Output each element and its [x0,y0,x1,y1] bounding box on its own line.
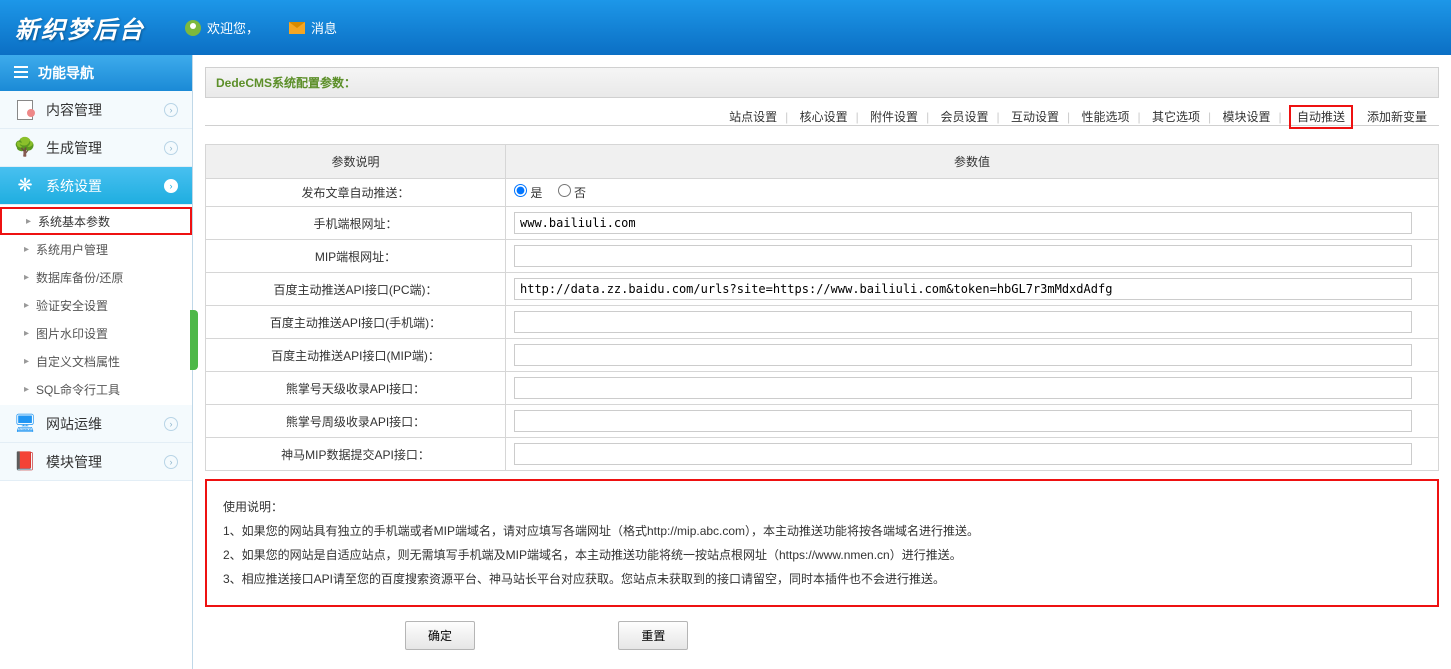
info-line: 3、相应推送接口API请至您的百度搜索资源平台、神马站长平台对应获取。您站点未获… [223,567,1421,591]
radio-no[interactable] [558,184,571,197]
param-label: 手机端根网址： [206,207,506,240]
tab-module[interactable]: 模块设置 [1218,108,1274,126]
table-row: 百度主动推送API接口(PC端)： [206,273,1439,306]
sub-nav-user-mgmt[interactable]: 系统用户管理 [0,235,192,263]
ok-button[interactable]: 确定 [405,621,475,650]
sub-nav-basic-params[interactable]: 系统基本参数 [0,207,192,235]
tab-performance[interactable]: 性能选项 [1078,108,1134,126]
sidebar-item-generate[interactable]: 🌳 生成管理 › [0,129,192,167]
top-header: 新织梦后台 欢迎您， 消息 [0,0,1451,55]
chevron-right-icon: › [164,141,178,155]
params-table: 参数说明 参数值 发布文章自动推送： 是 否 手机端根网址： MIP端根网址： … [205,144,1439,471]
monitor-icon: 🖥 [14,413,36,435]
info-line: 2、如果您的网站是自适应站点，则无需填写手机端及MIP端域名，本主动推送功能将统… [223,543,1421,567]
breadcrumb: DedeCMS系统配置参数： [205,67,1439,98]
tab-attachment[interactable]: 附件设置 [866,108,922,126]
welcome-block[interactable]: 欢迎您， [185,18,259,37]
param-label: 神马MIP数据提交API接口： [206,438,506,471]
param-value: 是 否 [506,179,1439,207]
tree-icon: 🌳 [14,137,36,159]
sidebar: 功能导航 内容管理 › 🌳 生成管理 › ❋ 系统设置 › 系统基本参数 系统用… [0,55,193,669]
baidu-pc-api-input[interactable] [514,278,1412,300]
table-row: 神马MIP数据提交API接口： [206,438,1439,471]
nav-title: 功能导航 [38,63,94,83]
gear-icon: ❋ [14,175,36,197]
xiongzhang-weekly-input[interactable] [514,410,1412,432]
sidebar-item-label: 模块管理 [46,452,102,472]
param-label: 熊掌号天级收录API接口： [206,372,506,405]
info-box: 使用说明： 1、如果您的网站具有独立的手机端或者MIP端域名，请对应填写各端网址… [205,479,1439,607]
mip-root-input[interactable] [514,245,1412,267]
book-icon: 📕 [14,451,36,473]
sidebar-item-system[interactable]: ❋ 系统设置 › [0,167,192,205]
chevron-right-icon: › [164,103,178,117]
param-label: 发布文章自动推送： [206,179,506,207]
sub-nav-security[interactable]: 验证安全设置 [0,291,192,319]
table-row: 百度主动推送API接口(MIP端)： [206,339,1439,372]
info-title: 使用说明： [223,495,1421,519]
sidebar-item-content[interactable]: 内容管理 › [0,91,192,129]
table-row: 熊掌号周级收录API接口： [206,405,1439,438]
mobile-root-input[interactable] [514,212,1412,234]
doc-icon [14,99,36,121]
chevron-right-icon: › [164,417,178,431]
main-content: DedeCMS系统配置参数： 站点设置| 核心设置| 附件设置| 会员设置| 互… [193,55,1451,669]
menu-icon [14,66,30,81]
info-line: 1、如果您的网站具有独立的手机端或者MIP端域名，请对应填写各端网址（格式htt… [223,519,1421,543]
xiongzhang-daily-input[interactable] [514,377,1412,399]
user-icon [185,20,201,36]
table-row: 手机端根网址： [206,207,1439,240]
th-label: 参数说明 [206,145,506,179]
param-label: MIP端根网址： [206,240,506,273]
tab-autopush[interactable]: 自动推送 [1289,105,1353,129]
messages-text: 消息 [311,18,337,37]
table-row: 熊掌号天级收录API接口： [206,372,1439,405]
radio-no-label[interactable]: 否 [558,186,586,200]
baidu-mobile-api-input[interactable] [514,311,1412,333]
nav-header: 功能导航 [0,55,192,91]
sidebar-item-label: 网站运维 [46,414,102,434]
th-value: 参数值 [506,145,1439,179]
tab-member[interactable]: 会员设置 [937,108,993,126]
table-row: MIP端根网址： [206,240,1439,273]
radio-yes-label[interactable]: 是 [514,186,542,200]
table-row: 百度主动推送API接口(手机端)： [206,306,1439,339]
tab-core[interactable]: 核心设置 [796,108,852,126]
button-row: 确定 重置 [205,607,1439,650]
mail-icon [289,22,305,34]
param-label: 百度主动推送API接口(PC端)： [206,273,506,306]
param-label: 百度主动推送API接口(MIP端)： [206,339,506,372]
param-label: 百度主动推送API接口(手机端)： [206,306,506,339]
sub-nav: 系统基本参数 系统用户管理 数据库备份/还原 验证安全设置 图片水印设置 自定义… [0,205,192,405]
sub-nav-watermark[interactable]: 图片水印设置 [0,319,192,347]
sub-nav-custom-attr[interactable]: 自定义文档属性 [0,347,192,375]
logo: 新织梦后台 [15,10,145,45]
tab-addvar[interactable]: 添加新变量 [1363,108,1431,126]
welcome-text: 欢迎您， [207,18,259,37]
tabs-bar: 站点设置| 核心设置| 附件设置| 会员设置| 互动设置| 性能选项| 其它选项… [205,98,1439,126]
chevron-right-icon: › [164,455,178,469]
sidebar-toggle-handle[interactable] [190,310,198,370]
tab-site[interactable]: 站点设置 [725,108,781,126]
sidebar-item-label: 系统设置 [46,176,102,196]
tab-other[interactable]: 其它选项 [1148,108,1204,126]
baidu-mip-api-input[interactable] [514,344,1412,366]
sidebar-item-modules[interactable]: 📕 模块管理 › [0,443,192,481]
sub-nav-db-backup[interactable]: 数据库备份/还原 [0,263,192,291]
tab-interact[interactable]: 互动设置 [1007,108,1063,126]
sub-nav-sql-tool[interactable]: SQL命令行工具 [0,375,192,403]
sidebar-item-label: 生成管理 [46,138,102,158]
shenma-mip-input[interactable] [514,443,1412,465]
radio-yes[interactable] [514,184,527,197]
sidebar-item-ops[interactable]: 🖥 网站运维 › [0,405,192,443]
chevron-right-icon: › [164,179,178,193]
sidebar-item-label: 内容管理 [46,100,102,120]
reset-button[interactable]: 重置 [618,621,688,650]
messages-block[interactable]: 消息 [289,18,337,37]
table-row: 发布文章自动推送： 是 否 [206,179,1439,207]
param-label: 熊掌号周级收录API接口： [206,405,506,438]
